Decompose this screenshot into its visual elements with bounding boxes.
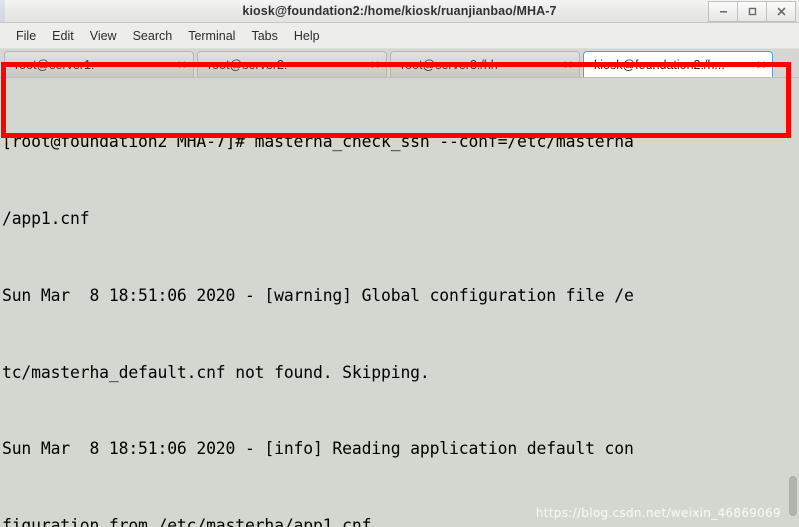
terminal-line: Sun Mar 8 18:51:06 2020 - [info] Reading…	[2, 439, 634, 459]
close-button[interactable]	[766, 1, 796, 22]
menu-item-tabs[interactable]: Tabs	[243, 27, 285, 45]
window-title: kiosk@foundation2:/home/kiosk/ruanjianba…	[242, 4, 557, 18]
window-controls	[708, 1, 796, 22]
close-icon[interactable]: ✕	[563, 59, 573, 71]
maximize-button[interactable]	[737, 1, 766, 22]
menu-item-file[interactable]: File	[8, 27, 44, 45]
window-titlebar: kiosk@foundation2:/home/kiosk/ruanjianba…	[0, 0, 799, 23]
watermark-text: https://blog.csdn.net/weixin_46869069	[535, 506, 781, 520]
titlebar-left-accent	[0, 0, 5, 22]
tab-server3[interactable]: root@server3:/hh ✕	[390, 51, 580, 77]
terminal-line: [root@foundation2 MHA-7]# masterha_check…	[2, 132, 634, 152]
tab-label: root@server3:/hh	[401, 57, 498, 72]
tab-server1[interactable]: root@server1:~ ✕	[4, 51, 194, 77]
terminal-output-area[interactable]: [root@foundation2 MHA-7]# masterha_check…	[0, 78, 799, 527]
tab-server2[interactable]: root@server2:~ ✕	[197, 51, 387, 77]
terminal-window: kiosk@foundation2:/home/kiosk/ruanjianba…	[0, 0, 799, 527]
tab-label: root@server1:~	[15, 57, 102, 72]
close-icon[interactable]: ✕	[756, 59, 766, 71]
menu-item-view[interactable]: View	[82, 27, 125, 45]
tab-foundation2[interactable]: kiosk@foundation2:/h... ✕	[583, 51, 773, 77]
scrollbar-thumb[interactable]	[789, 476, 797, 516]
terminal-scrollbar[interactable]	[786, 78, 799, 527]
menu-item-help[interactable]: Help	[286, 27, 328, 45]
menu-item-search[interactable]: Search	[125, 27, 181, 45]
minimize-button[interactable]	[708, 1, 737, 22]
menu-item-edit[interactable]: Edit	[44, 27, 82, 45]
close-icon[interactable]: ✕	[370, 59, 380, 71]
menu-item-terminal[interactable]: Terminal	[180, 27, 243, 45]
terminal-text: [root@foundation2 MHA-7]# masterha_check…	[2, 78, 785, 527]
terminal-line: Sun Mar 8 18:51:06 2020 - [warning] Glob…	[2, 285, 634, 305]
close-icon[interactable]: ✕	[177, 59, 187, 71]
terminal-line: tc/masterha_default.cnf not found. Skipp…	[2, 362, 430, 382]
tabbar: root@server1:~ ✕ root@server2:~ ✕ root@s…	[0, 49, 799, 78]
terminal-line: /app1.cnf	[2, 208, 90, 228]
menubar: File Edit View Search Terminal Tabs Help	[0, 23, 799, 49]
tab-label: kiosk@foundation2:/h...	[594, 57, 725, 72]
tab-label: root@server2:~	[208, 57, 295, 72]
